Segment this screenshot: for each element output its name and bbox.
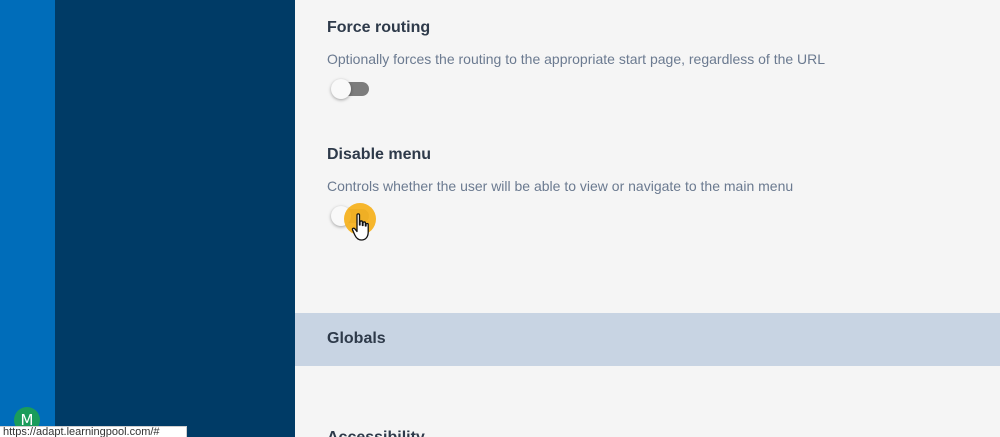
- setting-description: Controls whether the user will be able t…: [327, 178, 794, 194]
- app-rail: [0, 0, 55, 437]
- status-url-bar: https://adapt.learningpool.com/#: [0, 426, 187, 437]
- setting-force-routing: Force routing Optionally forces the rout…: [327, 19, 825, 67]
- sidebar-panel: [55, 0, 295, 437]
- setting-accessibility-title: Accessibility: [327, 429, 425, 437]
- setting-description: Optionally forces the routing to the app…: [327, 51, 826, 67]
- hand-cursor-icon: [351, 213, 369, 241]
- section-header-globals[interactable]: Globals: [295, 313, 1000, 366]
- force-routing-toggle[interactable]: [331, 79, 369, 99]
- setting-title: Disable menu: [327, 146, 432, 163]
- setting-title: Force routing: [327, 19, 431, 36]
- settings-content: Force routing Optionally forces the rout…: [295, 0, 1000, 437]
- section-title: Globals: [327, 330, 386, 347]
- toggle-knob: [331, 79, 351, 99]
- setting-disable-menu: Disable menu Controls whether the user w…: [327, 146, 793, 194]
